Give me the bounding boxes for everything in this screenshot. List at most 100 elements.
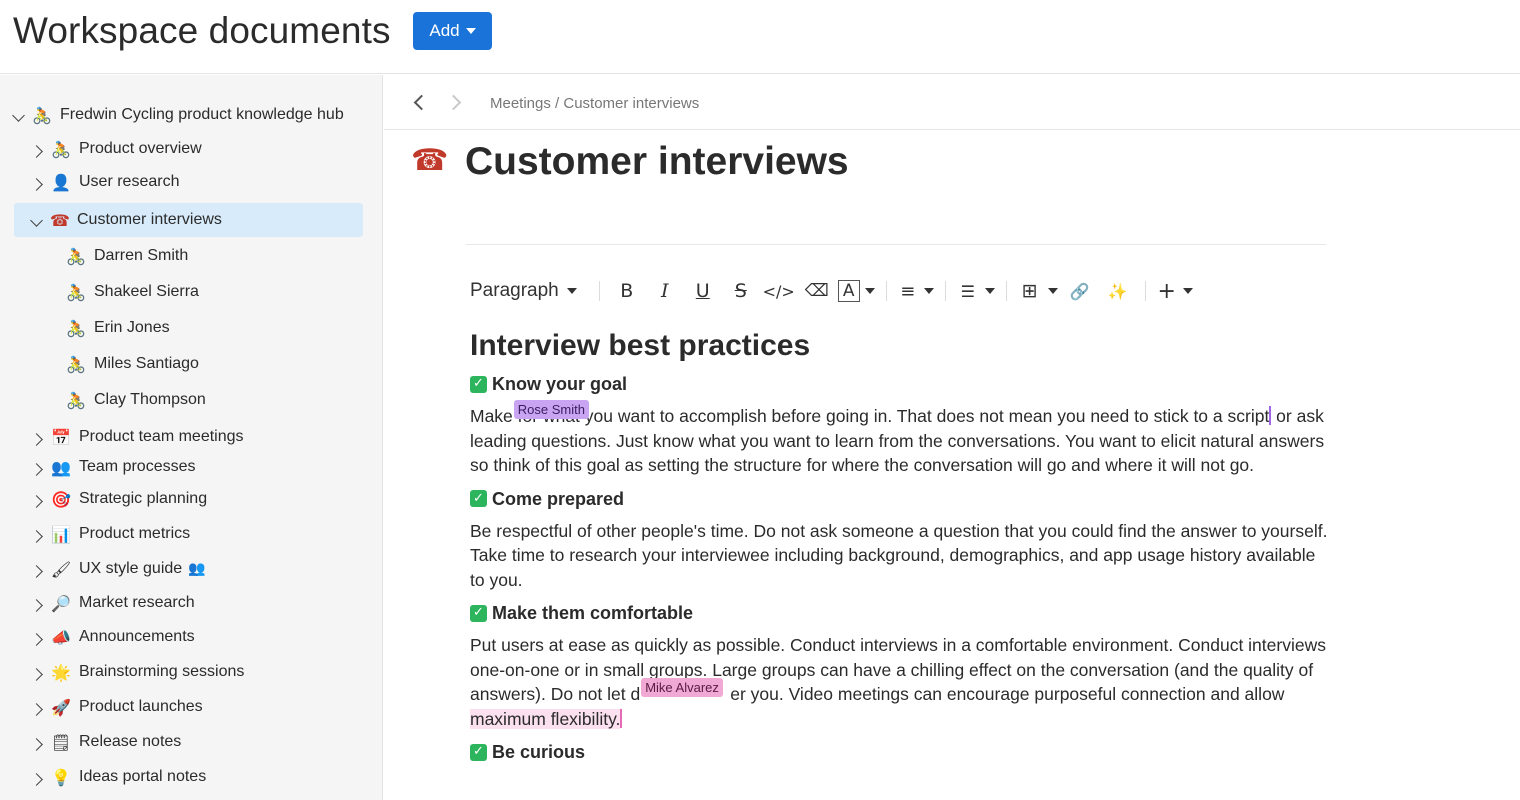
forward-arrow-icon[interactable]	[445, 94, 464, 111]
chevron-right-icon[interactable]	[29, 144, 43, 158]
section-title: ✓ Be curious	[470, 739, 1330, 765]
bar-chart-icon: 📊	[51, 524, 71, 544]
sidebar-item-product-metrics[interactable]: 📊 Product metrics	[0, 517, 190, 551]
list-icon[interactable]: ☰	[954, 275, 982, 307]
sidebar-item-label: Release notes	[79, 733, 182, 750]
chevron-right-icon[interactable]	[29, 177, 43, 191]
collaborator-cursor	[1269, 406, 1272, 425]
strikethrough-icon[interactable]: S	[722, 275, 760, 307]
sidebar-item-brainstorming-sessions[interactable]: 🌟 Brainstorming sessions	[0, 655, 244, 689]
magnifier-icon: 🔎	[51, 593, 71, 613]
calendar-icon: 📅	[51, 427, 71, 447]
sidebar-item-product-team-meetings[interactable]: 📅 Product team meetings	[0, 420, 244, 454]
target-icon: 🎯	[51, 489, 71, 509]
chevron-right-icon[interactable]	[29, 529, 43, 543]
add-button-label: Add	[429, 21, 460, 40]
align-dropdown[interactable]	[921, 275, 937, 307]
code-icon[interactable]: </>	[760, 275, 798, 307]
sidebar-item-product-overview[interactable]: 🚴 Product overview	[0, 132, 202, 166]
cyclist-icon: 🚴	[32, 105, 52, 125]
tree-root[interactable]: 🚴 Fredwin Cycling product knowledge hub	[0, 98, 344, 132]
underline-icon[interactable]: U	[684, 275, 722, 307]
insert-icon[interactable]: +	[1154, 275, 1180, 307]
paragraph: Put users at ease as quickly as possible…	[470, 633, 1330, 731]
paragraph-style-dropdown[interactable]: Paragraph	[470, 275, 577, 307]
chevron-right-icon[interactable]	[29, 494, 43, 508]
cyclist-icon: 🚴	[66, 390, 86, 410]
sidebar-item-label: Product launches	[79, 698, 203, 715]
sidebar-item-clay-thompson[interactable]: 🚴 Clay Thompson	[0, 383, 206, 417]
sidebar-item-user-research[interactable]: 👤 User research	[0, 165, 179, 199]
chevron-right-icon[interactable]	[29, 632, 43, 646]
nav-bar: Meetings / Customer interviews	[384, 75, 1520, 130]
table-dropdown[interactable]	[1045, 275, 1061, 307]
text-color-button[interactable]: A	[836, 275, 862, 307]
telephone-icon[interactable]: ☎	[411, 143, 448, 178]
sidebar-item-label: Announcements	[79, 628, 195, 645]
chevron-right-icon[interactable]	[29, 564, 43, 578]
caret-down-icon	[566, 288, 577, 294]
chevron-right-icon[interactable]	[29, 432, 43, 446]
sidebar-item-strategic-planning[interactable]: 🎯 Strategic planning	[0, 482, 207, 516]
chevron-right-icon[interactable]	[29, 737, 43, 751]
toolbar-separator	[598, 281, 600, 301]
sidebar-item-ux-style-guide[interactable]: 🖌 UX style guide 👥	[0, 552, 206, 586]
sidebar-item-release-notes[interactable]: 🗒 Release notes	[0, 725, 181, 759]
chevron-right-icon[interactable]	[29, 667, 43, 681]
caret-down-icon	[1182, 288, 1193, 294]
paragraph-style-label: Paragraph	[470, 280, 559, 301]
insert-dropdown[interactable]	[1180, 275, 1196, 307]
sidebar-item-label: User research	[79, 173, 180, 190]
chevron-right-icon[interactable]	[29, 462, 43, 476]
toolbar-separator	[1144, 281, 1146, 301]
document-body[interactable]: Interview best practices ✓ Know your goa…	[470, 327, 1330, 772]
paragraph-text: er you. Video meetings can encourage pur…	[730, 684, 1285, 704]
sidebar-item-announcements[interactable]: 📣 Announcements	[0, 620, 195, 654]
page-title[interactable]: Customer interviews	[465, 137, 849, 187]
sidebar-item-customer-interviews[interactable]: ☎ Customer interviews	[14, 203, 363, 237]
paragraph-text: Make	[470, 406, 513, 426]
section-title-text: Be curious	[492, 742, 586, 762]
highlighted-text: maximum flexibility.	[470, 708, 621, 729]
chevron-right-icon[interactable]	[29, 772, 43, 786]
chevron-right-icon[interactable]	[29, 702, 43, 716]
chevron-right-icon[interactable]	[29, 598, 43, 612]
chevron-down-icon[interactable]	[11, 108, 25, 124]
align-icon[interactable]: ≡	[895, 275, 921, 307]
cyclist-icon: 🚴	[66, 282, 86, 302]
sidebar-item-ideas-portal-notes[interactable]: 💡 Ideas portal notes	[0, 760, 206, 794]
editor-toolbar: Paragraph B I U S </> ⌫ A ≡ ☰ ⊞ 🔗 ✨ +	[470, 275, 1196, 307]
caret-down-icon	[984, 288, 995, 294]
back-arrow-icon[interactable]	[412, 94, 430, 111]
text-color-dropdown[interactable]	[862, 275, 878, 307]
sidebar-item-label: Clay Thompson	[94, 391, 206, 408]
italic-icon[interactable]: I	[646, 275, 684, 307]
divider	[466, 244, 1326, 245]
magic-wand-icon[interactable]: ✨	[1099, 275, 1137, 307]
sidebar-item-label: Ideas portal notes	[79, 768, 207, 785]
sidebar: 🚴 Fredwin Cycling product knowledge hub …	[0, 75, 383, 800]
sidebar-item-shakeel-sierra[interactable]: 🚴 Shakeel Sierra	[0, 275, 199, 309]
list-dropdown[interactable]	[982, 275, 998, 307]
eraser-icon[interactable]: ⌫	[798, 275, 836, 307]
bold-icon[interactable]: B	[608, 275, 646, 307]
sidebar-item-team-processes[interactable]: 👥 Team processes	[0, 450, 196, 484]
check-icon: ✓	[470, 743, 487, 761]
chevron-down-icon[interactable]	[29, 213, 43, 229]
sidebar-item-darren-smith[interactable]: 🚴 Darren Smith	[0, 239, 188, 273]
sidebar-item-product-launches[interactable]: 🚀 Product launches	[0, 690, 203, 724]
sidebar-item-label: UX style guide	[79, 560, 183, 577]
sidebar-item-label: Strategic planning	[79, 490, 208, 507]
add-button[interactable]: Add	[413, 12, 492, 50]
doc-heading: Interview best practices	[470, 329, 811, 362]
rocket-icon: 🚀	[51, 697, 71, 717]
sidebar-item-label: Product metrics	[79, 525, 191, 542]
sidebar-item-miles-santiago[interactable]: 🚴 Miles Santiago	[0, 347, 199, 381]
section-title: ✓ Come prepared	[470, 486, 1330, 512]
breadcrumb[interactable]: Meetings / Customer interviews	[490, 95, 699, 112]
link-icon[interactable]: 🔗	[1061, 275, 1099, 307]
sidebar-item-market-research[interactable]: 🔎 Market research	[0, 586, 195, 620]
people-icon: 👥	[51, 457, 71, 477]
table-icon[interactable]: ⊞	[1015, 275, 1045, 307]
sidebar-item-erin-jones[interactable]: 🚴 Erin Jones	[0, 311, 170, 345]
